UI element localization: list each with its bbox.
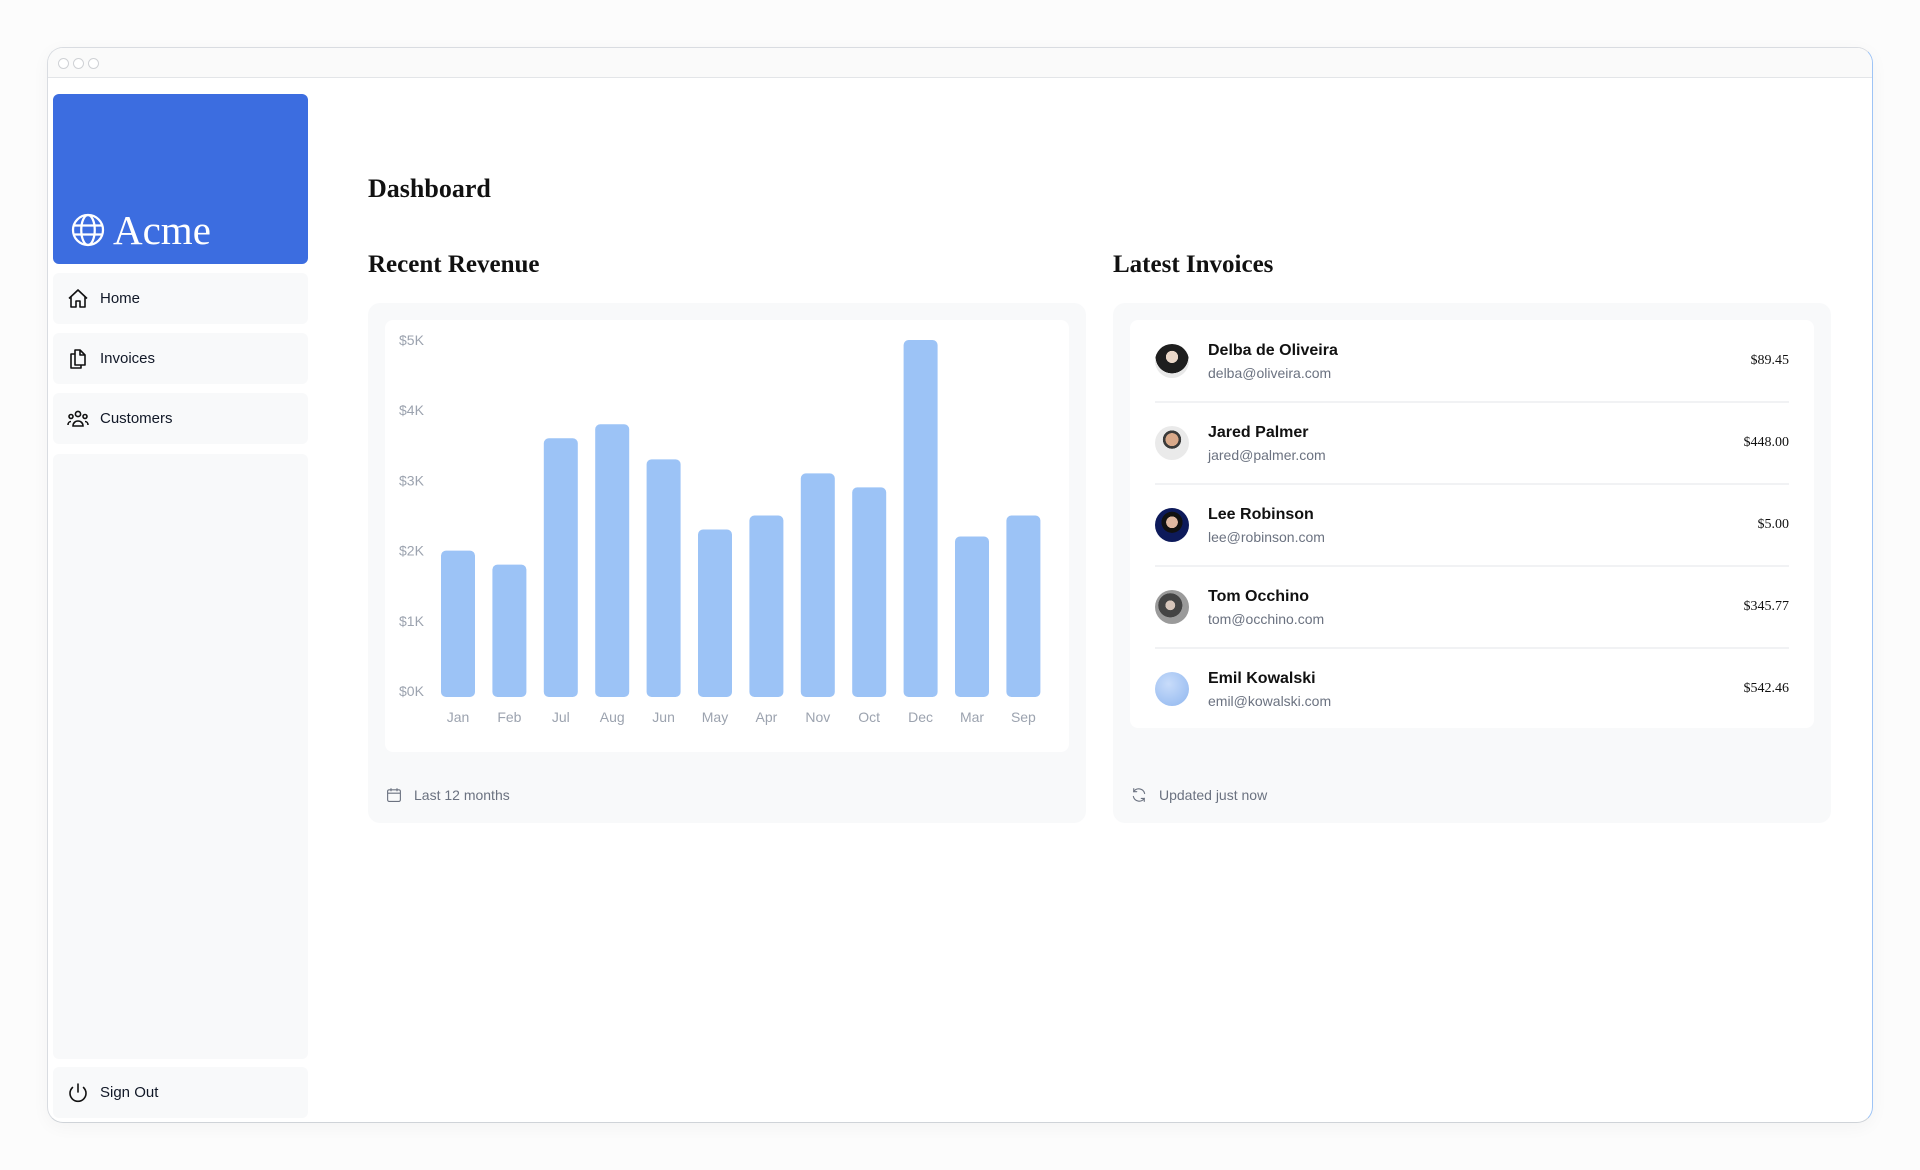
sidebar-item-home[interactable]: Home: [53, 273, 308, 324]
invoice-row[interactable]: Lee Robinson lee@robinson.com $5.00: [1155, 483, 1789, 565]
invoice-amount: $5.00: [1757, 517, 1790, 532]
x-tick-label: Sep: [1011, 709, 1036, 725]
y-tick-label: $5K: [399, 332, 425, 348]
window-maximize-button[interactable]: [88, 58, 99, 69]
customer-name: Emil Kowalski: [1208, 669, 1316, 687]
bar-apr[interactable]: [749, 515, 784, 698]
sidebar-item-label: Customers: [100, 410, 173, 427]
revenue-title: Recent Revenue: [368, 251, 540, 278]
x-tick-label: Dec: [908, 709, 933, 725]
bar-aug[interactable]: [595, 424, 630, 697]
x-tick-label: Mar: [960, 709, 984, 725]
y-tick-label: $3K: [399, 472, 425, 488]
avatar: [1155, 508, 1189, 542]
bar-oct[interactable]: [852, 487, 887, 697]
invoices-footer-label: Updated just now: [1159, 787, 1268, 803]
bar-sep[interactable]: [1006, 515, 1041, 698]
x-tick-label: Nov: [805, 709, 830, 725]
invoice-amount: $89.45: [1750, 353, 1790, 368]
revenue-footer-label: Last 12 months: [414, 787, 510, 803]
invoice-row[interactable]: Jared Palmer jared@palmer.com $448.00: [1155, 401, 1789, 483]
avatar: [1155, 672, 1189, 706]
brand-logo[interactable]: Acme: [53, 94, 308, 264]
avatar: [1155, 344, 1189, 378]
avatar: [1155, 426, 1189, 460]
bar-jun[interactable]: [646, 459, 681, 697]
x-tick-label: May: [702, 709, 728, 725]
x-tick-label: Oct: [858, 709, 880, 725]
document-duplicate-icon: [70, 348, 86, 369]
window-minimize-button[interactable]: [73, 58, 84, 69]
bar-jan[interactable]: [441, 550, 475, 697]
browser-window: Acme Home Invoices Customers Sign Out Da…: [47, 47, 1873, 1123]
calendar-icon: [387, 788, 401, 802]
invoices-card: Delba de Oliveira delba@oliveira.com $89…: [1113, 303, 1831, 823]
sidebar-item-customers[interactable]: Customers: [53, 393, 308, 444]
y-tick-label: $1K: [399, 613, 425, 629]
invoice-list: Delba de Oliveira delba@oliveira.com $89…: [1130, 320, 1814, 728]
x-tick-label: Jan: [447, 709, 470, 725]
customer-email: jared@palmer.com: [1208, 446, 1326, 463]
window-close-button[interactable]: [58, 58, 69, 69]
power-icon: [69, 1082, 87, 1102]
sign-out-button[interactable]: Sign Out: [53, 1067, 308, 1118]
x-tick-label: Aug: [600, 709, 625, 725]
customer-email: delba@oliveira.com: [1208, 364, 1332, 381]
customer-email: lee@robinson.com: [1208, 528, 1325, 545]
customer-name: Jared Palmer: [1208, 423, 1309, 441]
bar-feb[interactable]: [492, 564, 527, 697]
customer-email: emil@kowalski.com: [1208, 692, 1332, 709]
sign-out-label: Sign Out: [100, 1084, 159, 1101]
y-tick-label: $4K: [399, 402, 425, 418]
sidebar-spacer: [53, 454, 308, 1059]
sidebar-item-label: Invoices: [100, 350, 156, 367]
window-titlebar: [48, 48, 1872, 78]
bar-jul[interactable]: [543, 438, 578, 697]
user-group-icon: [67, 410, 89, 427]
x-tick-label: Feb: [497, 709, 521, 725]
sidebar-item-label: Home: [100, 290, 141, 307]
x-tick-label: Jul: [552, 709, 570, 725]
bar-may[interactable]: [698, 529, 732, 697]
invoice-amount: $542.46: [1743, 681, 1790, 696]
bar-chart: $0K $1K $2K $3K $4K $5K Jan Feb Jul Aug Jun May Apr N…: [399, 332, 1041, 725]
invoice-row[interactable]: Delba de Oliveira delba@oliveira.com $89…: [1155, 320, 1789, 402]
refresh-icon: [1132, 788, 1146, 802]
invoices-footer: Updated just now: [1130, 786, 1267, 804]
sidebar: Acme Home Invoices Customers Sign Out: [53, 94, 308, 1118]
revenue-footer: Last 12 months: [385, 786, 510, 804]
invoice-amount: $345.77: [1743, 599, 1790, 614]
globe-icon: [71, 213, 105, 247]
customer-name: Delba de Oliveira: [1208, 341, 1338, 359]
invoices-title: Latest Invoices: [1113, 251, 1274, 278]
x-tick-label: Jun: [652, 709, 675, 725]
avatar: [1155, 590, 1189, 624]
home-icon: [68, 288, 88, 308]
main-content: Dashboard Recent Revenue $0K $1K $2K $3K $4K…: [368, 94, 1872, 1122]
x-tick-label: Apr: [756, 709, 778, 725]
revenue-card: $0K $1K $2K $3K $4K $5K Jan Feb Jul Aug Jun May Apr N…: [368, 303, 1086, 823]
sidebar-item-invoices[interactable]: Invoices: [53, 333, 308, 384]
customer-email: tom@occhino.com: [1208, 610, 1325, 627]
invoice-row[interactable]: Tom Occhino tom@occhino.com $345.77: [1155, 565, 1789, 647]
invoice-amount: $448.00: [1743, 435, 1790, 450]
revenue-chart: $0K $1K $2K $3K $4K $5K Jan Feb Jul Aug Jun May Apr N…: [385, 320, 1069, 752]
customer-name: Tom Occhino: [1208, 587, 1310, 605]
bar-nov[interactable]: [800, 473, 835, 697]
invoice-row[interactable]: Emil Kowalski emil@kowalski.com $542.46: [1155, 647, 1789, 729]
brand-name: Acme: [113, 207, 211, 253]
y-tick-label: $2K: [399, 543, 425, 559]
bar-dec[interactable]: [903, 340, 938, 697]
y-tick-label: $0K: [399, 683, 425, 699]
customer-name: Lee Robinson: [1208, 505, 1314, 523]
bar-mar[interactable]: [955, 536, 989, 697]
page-title: Dashboard: [368, 174, 491, 203]
